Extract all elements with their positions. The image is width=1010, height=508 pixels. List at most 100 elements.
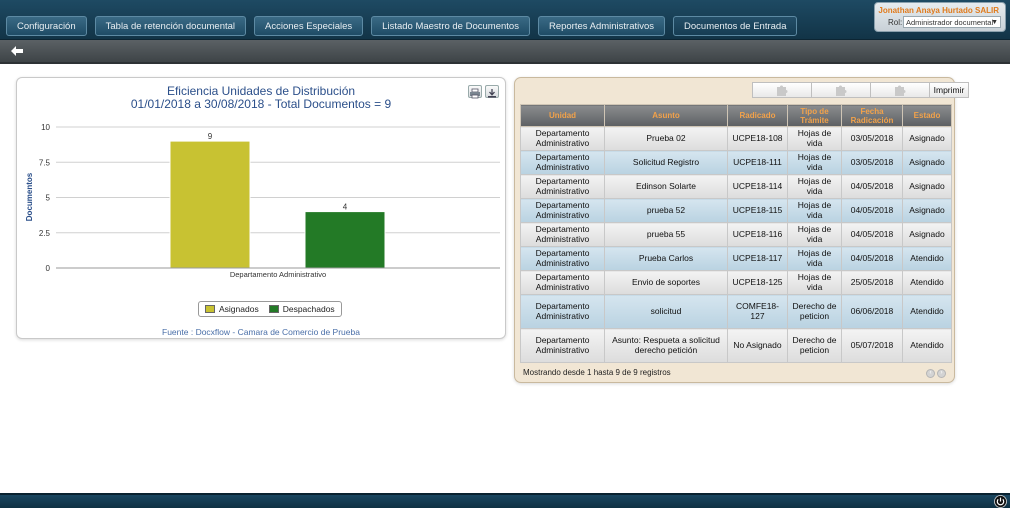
table-info: Mostrando desde 1 hasta 9 de 9 registros [523, 368, 671, 377]
cell-unidad: Departamento Administrativo [520, 328, 605, 363]
documents-table: Unidad Asunto Radicado Tipo de Trámite F… [520, 104, 952, 363]
user-name: Jonathan Anaya Hurtado [878, 6, 973, 15]
y-tick-label: 7.5 [39, 158, 51, 167]
cell-estado: Asignado [902, 150, 952, 175]
col-header-unidad[interactable]: Unidad [520, 104, 605, 127]
table-row[interactable]: Departamento Administrativo prueba 55 UCPE… [520, 222, 952, 247]
col-header-radicado[interactable]: Radicado [727, 104, 788, 127]
cell-fecha-radicacion: 06/06/2018 [841, 294, 903, 329]
col-header-asunto[interactable]: Asunto [604, 104, 728, 127]
table-body: Departamento Administrativo Prueba 02 UCPE… [520, 126, 952, 363]
cell-unidad: Departamento Administrativo [520, 246, 605, 271]
cell-radicado: COMFE18-127 [727, 294, 788, 329]
next-page-button[interactable]: › [937, 369, 946, 378]
role-label: Rol: [888, 18, 903, 27]
cell-radicado: UCPE18-117 [727, 246, 788, 271]
role-select[interactable]: Administrador documental ▼ [903, 16, 1001, 28]
cell-radicado: UCPE18-116 [727, 222, 788, 247]
print-button[interactable]: Imprimir [929, 82, 969, 98]
cell-unidad: Departamento Administrativo [520, 126, 605, 151]
documents-table-panel: Imprimir Unidad Asunto Radicado Tipo de … [514, 77, 969, 383]
x-tick-label: Departamento Administrativo [230, 270, 326, 279]
puzzle-icon [836, 85, 847, 96]
cell-unidad: Departamento Administrativo [520, 270, 605, 295]
cell-asunto: Solicitud Registro [604, 150, 728, 175]
cell-radicado: UCPE18-125 [727, 270, 788, 295]
user-panel: Jonathan Anaya Hurtado SALIR Rol: Admini… [874, 2, 1006, 32]
table-row[interactable]: Departamento Administrativo Prueba 02 UCPE… [520, 126, 952, 151]
cell-asunto: Prueba 02 [604, 126, 728, 151]
cell-estado: Atendido [902, 294, 952, 329]
cell-asunto: Prueba Carlos [604, 246, 728, 271]
chart-source: Fuente : Docxflow - Camara de Comercio d… [162, 327, 360, 337]
cell-tipo-tramite: Hojas de vida [787, 246, 842, 271]
export-button-3[interactable] [870, 82, 930, 98]
bar-despachados [304, 211, 386, 269]
cell-fecha-radicacion: 03/05/2018 [841, 150, 903, 175]
main-menu: Configuración Tabla de retención documen… [6, 16, 798, 36]
puzzle-icon [895, 85, 906, 96]
col-header-tipo-tramite[interactable]: Tipo de Trámite [787, 104, 842, 127]
col-header-estado[interactable]: Estado [902, 104, 952, 127]
nav-documentos-entrada[interactable]: Documentos de Entrada [673, 16, 798, 36]
table-row[interactable]: Departamento Administrativo prueba 52 UCPE… [520, 198, 952, 223]
cell-fecha-radicacion: 04/05/2018 [841, 222, 903, 247]
legend-despachados[interactable]: Despachados [268, 304, 335, 314]
table-row[interactable]: Departamento Administrativo Prueba Carlos… [520, 246, 952, 271]
bar-asignados [169, 140, 251, 269]
col-header-fecha-radicacion[interactable]: Fecha Radicación [841, 104, 903, 127]
cell-asunto: prueba 55 [604, 222, 728, 247]
cell-tipo-tramite: Hojas de vida [787, 198, 842, 223]
cell-asunto: solicitud [604, 294, 728, 329]
y-tick-label: 0 [46, 264, 51, 273]
cell-radicado: UCPE18-111 [727, 150, 788, 175]
nav-configuracion[interactable]: Configuración [6, 16, 87, 36]
table-header-row: Unidad Asunto Radicado Tipo de Trámite F… [520, 104, 952, 127]
cell-unidad: Departamento Administrativo [520, 294, 605, 329]
y-tick-label: 5 [46, 194, 51, 203]
cell-unidad: Departamento Administrativo [520, 150, 605, 175]
cell-tipo-tramite: Hojas de vida [787, 150, 842, 175]
nav-reportes-administrativos[interactable]: Reportes Administrativos [537, 16, 666, 36]
cell-radicado: UCPE18-108 [727, 126, 788, 151]
cell-fecha-radicacion: 04/05/2018 [841, 246, 903, 271]
export-button-1[interactable] [752, 82, 812, 98]
table-row[interactable]: Departamento Administrativo Solicitud Reg… [520, 150, 952, 175]
pagination: ‹ › [926, 369, 946, 378]
cell-estado: Atendido [902, 328, 952, 363]
y-axis-label: Documentos [25, 172, 34, 221]
legend-swatch-asignados [205, 305, 215, 313]
table-row[interactable]: Departamento Administrativo Asunto: Respu… [520, 328, 952, 363]
cell-tipo-tramite: Derecho de peticion [787, 328, 842, 363]
cell-fecha-radicacion: 25/05/2018 [841, 270, 903, 295]
data-label: 9 [208, 132, 213, 141]
legend-label-asignados: Asignados [219, 304, 259, 314]
cell-asunto: prueba 52 [604, 198, 728, 223]
nav-tabla-retencion[interactable]: Tabla de retención documental [94, 16, 247, 36]
back-arrow-icon[interactable] [10, 45, 24, 57]
nav-listado-maestro[interactable]: Listado Maestro de Documentos [371, 16, 530, 36]
table-toolbar: Imprimir [752, 82, 969, 98]
logout-link[interactable]: SALIR [975, 6, 999, 15]
nav-acciones-especiales[interactable]: Acciones Especiales [254, 16, 364, 36]
cell-radicado: UCPE18-115 [727, 198, 788, 223]
table-row[interactable]: Departamento Administrativo Envio de sopo… [520, 270, 952, 295]
legend-asignados[interactable]: Asignados [205, 304, 259, 314]
power-icon[interactable] [994, 495, 1007, 508]
table-row[interactable]: Departamento Administrativo Edinson Solar… [520, 174, 952, 199]
export-button-2[interactable] [811, 82, 871, 98]
cell-estado: Asignado [902, 198, 952, 223]
legend-label-despachados: Despachados [282, 304, 335, 314]
table-row[interactable]: Departamento Administrativo solicitud COMF… [520, 294, 952, 329]
cell-radicado: UCPE18-114 [727, 174, 788, 199]
legend-swatch-despachados [268, 305, 279, 313]
previous-page-button[interactable]: ‹ [926, 369, 935, 378]
chart-panel: Eficiencia Unidades de Distribución 01/0… [16, 77, 506, 339]
data-label: 4 [343, 203, 348, 212]
cell-estado: Atendido [902, 270, 952, 295]
puzzle-icon [777, 85, 788, 96]
cell-estado: Atendido [902, 246, 952, 271]
y-tick-label: 2.5 [39, 229, 51, 238]
chart-legend: Asignados Despachados [198, 301, 342, 317]
cell-radicado: No Asignado [727, 328, 788, 363]
